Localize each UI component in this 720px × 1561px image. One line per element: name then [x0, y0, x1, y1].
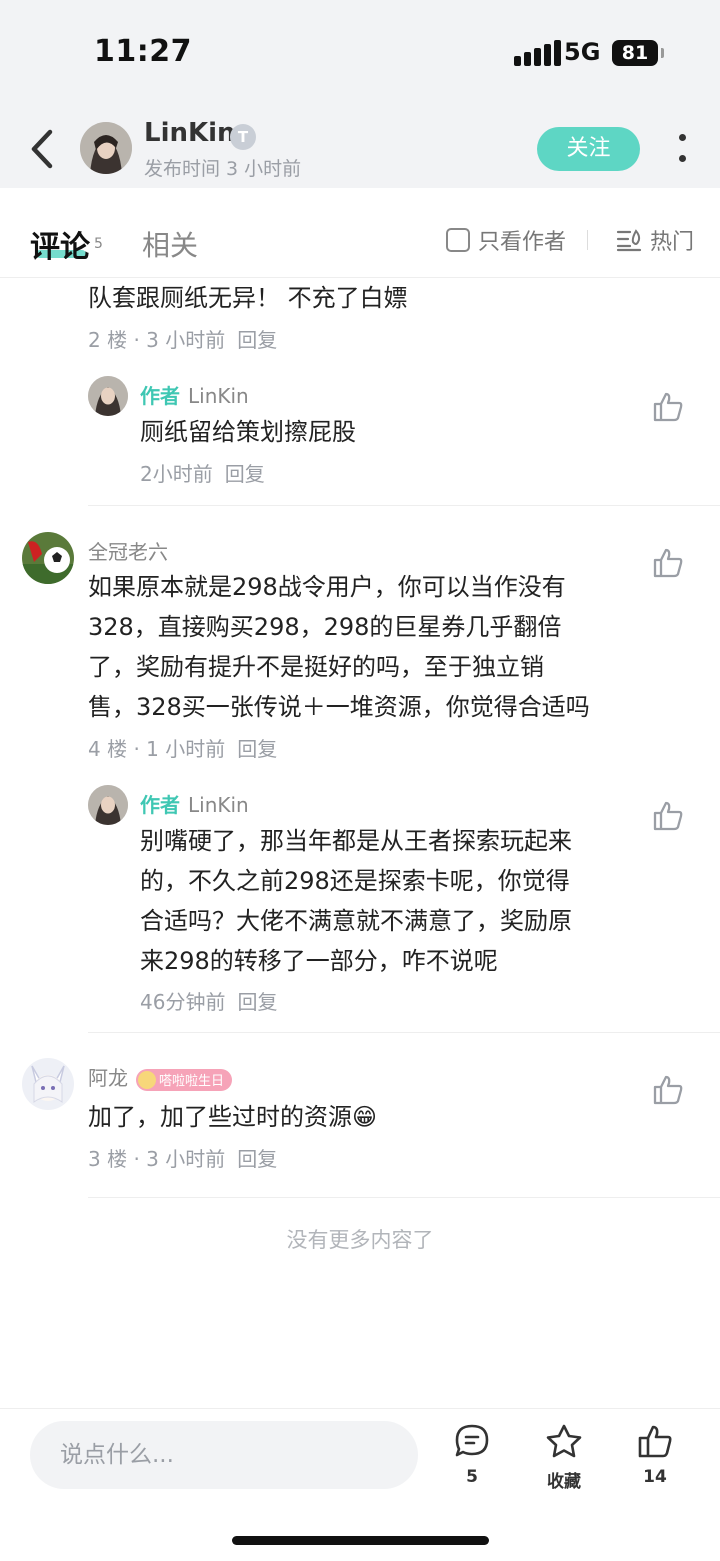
network-label: 5G [564, 38, 601, 66]
author-only-label: 只看作者 [478, 230, 567, 255]
comment-text-line: 如果原本就是298战令用户，你可以当作没有 [88, 573, 566, 601]
commenter-name[interactable]: 全冠老六 [88, 536, 168, 565]
comment-meta: 4 楼 · 1 小时前 回复 [88, 733, 277, 762]
commenter-name[interactable]: 阿龙 [88, 1066, 128, 1090]
thumbs-up-icon[interactable] [651, 390, 685, 424]
thumbs-up-icon[interactable] [651, 1073, 685, 1107]
birthday-badge-label: 嗒啦啦生日 [159, 1074, 225, 1089]
reply-text: 厕纸留给策划擦屁股 [140, 418, 356, 446]
reply-time: 2小时前 [140, 462, 213, 486]
sort-button[interactable]: 热门 [616, 224, 694, 256]
more-dots-icon [678, 134, 686, 141]
comment-text: 队套跟厕纸无异！ 不充了白嫖 [88, 284, 408, 312]
reply-button[interactable]: 回复 [225, 462, 265, 486]
back-button[interactable] [26, 126, 62, 172]
reply-username: 作者 LinKin [140, 380, 249, 409]
post-time: 发布时间 3 小时前 [144, 158, 302, 180]
home-indicator [232, 1536, 489, 1545]
reply-avatar[interactable] [88, 376, 128, 416]
reply-button[interactable]: 回复 [237, 990, 277, 1014]
thumbs-up-icon[interactable] [651, 546, 685, 580]
reply-text-line: 合适吗？大佬不满意就不满意了，奖励原 [140, 907, 572, 935]
reply-time: 46分钟前 [140, 990, 226, 1014]
reply-user[interactable]: LinKin [188, 793, 249, 817]
reply-button[interactable]: 回复 [237, 328, 277, 352]
comment-text-line: 了，奖励有提升不是挺好的吗，至于独立销 [88, 653, 544, 681]
reply-meta: 2小时前 回复 [140, 458, 265, 487]
status-time: 11:27 [94, 34, 192, 69]
end-of-list-text: 没有更多内容了 [286, 1228, 434, 1252]
author-name[interactable]: LinKin [144, 118, 236, 148]
comment-meta: 2 楼 · 3 小时前 回复 [88, 324, 277, 353]
comment-text-row: 加了，加了些过时的资源😁 [88, 1097, 377, 1137]
tab-comments[interactable]: 评论 [30, 222, 90, 266]
tab-related[interactable]: 相关 [142, 224, 198, 264]
signal-icon [514, 40, 561, 66]
reply-meta: 46分钟前 回复 [140, 986, 277, 1015]
reply-button[interactable]: 回复 [237, 1147, 277, 1171]
commenter-avatar[interactable] [22, 1058, 74, 1110]
comment-floor: 2 楼 · 3 小时前 [88, 328, 226, 352]
separator [88, 1197, 720, 1198]
tab-comments-count: 5 [94, 236, 103, 252]
back-arrow-icon [31, 129, 53, 169]
more-button[interactable] [672, 130, 692, 170]
separator [88, 505, 720, 506]
comment-count: 5 [466, 1467, 478, 1487]
reply-user[interactable]: LinKin [188, 384, 249, 408]
comment-floor: 4 楼 · 1 小时前 [88, 737, 226, 761]
divider [587, 230, 588, 250]
reply-text-line: 别嘴硬了，那当年都是从王者探索玩起来 [140, 827, 572, 855]
favorite-label: 收藏 [547, 1472, 581, 1492]
sort-hot-icon [616, 229, 642, 252]
birthday-badge: 嗒啦啦生日 [136, 1068, 233, 1091]
badge-face-icon [138, 1070, 156, 1089]
author-only-toggle[interactable]: 只看作者 [446, 224, 566, 256]
commenter-avatar[interactable] [22, 532, 74, 584]
comment-meta: 3 楼 · 3 小时前 回复 [88, 1143, 277, 1172]
checkbox-icon [446, 228, 470, 252]
comment-text-line: 售，328买一张传说＋一堆资源，你觉得合适吗 [88, 693, 590, 721]
author-tag: 作者 [140, 793, 180, 817]
author-tag: 作者 [140, 384, 180, 408]
author-avatar[interactable] [80, 122, 132, 174]
commenter-name-row: 阿龙 嗒啦啦生日 [88, 1062, 233, 1091]
tab-bar: 评论 5 相关 只看作者 热门 [0, 188, 720, 278]
reply-avatar[interactable] [88, 785, 128, 825]
reply-button[interactable]: 回复 [237, 737, 277, 761]
grin-emoji: 😁 [352, 1103, 378, 1131]
thumbs-up-icon [638, 1425, 672, 1458]
comment-bubble-icon [455, 1424, 489, 1457]
reply-text-line: 的，不久之前298还是探索卡呢，你觉得 [140, 867, 570, 895]
comments-button[interactable]: 5 [442, 1423, 502, 1487]
like-button[interactable]: 14 [625, 1423, 685, 1487]
level-badge: T [230, 124, 256, 150]
comment-text: 加了，加了些过时的资源 [88, 1103, 352, 1131]
battery-icon: 81 [612, 40, 664, 66]
reply-username: 作者 LinKin [140, 789, 249, 818]
follow-button[interactable]: 关注 [537, 127, 640, 171]
reply-text-line: 来298的转移了一部分，咋不说呢 [140, 947, 498, 975]
like-count: 14 [643, 1467, 667, 1487]
sort-label: 热门 [650, 230, 695, 255]
star-icon [546, 1424, 582, 1458]
comment-floor: 3 楼 · 3 小时前 [88, 1147, 226, 1171]
comment-input[interactable]: 说点什么... [30, 1421, 418, 1489]
favorite-button[interactable]: 收藏 [534, 1423, 594, 1492]
more-dot [678, 155, 686, 162]
separator [88, 1032, 720, 1033]
comment-text-line: 328，直接购买298，298的巨星券几乎翻倍 [88, 613, 562, 641]
thumbs-up-icon[interactable] [651, 799, 685, 833]
